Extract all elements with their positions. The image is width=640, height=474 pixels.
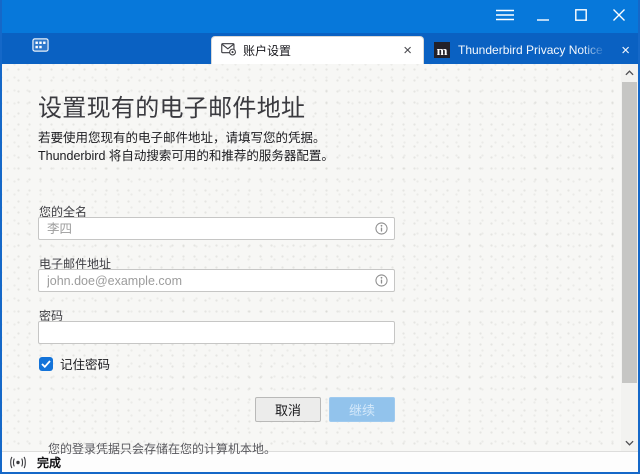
subtitle-line: Thunderbird 将自动搜索可用的和推荐的服务器配置。 bbox=[38, 148, 334, 166]
scroll-down-arrow-icon[interactable] bbox=[621, 435, 638, 450]
scroll-up-arrow-icon[interactable] bbox=[621, 65, 638, 80]
email-input[interactable] bbox=[38, 269, 395, 292]
hamburger-icon bbox=[496, 8, 514, 26]
account-setup-page: 设置现有的电子邮件地址 若要使用您现有的电子邮件地址，请填写您的凭据。 Thun… bbox=[2, 64, 638, 451]
fullname-input[interactable] bbox=[38, 217, 395, 240]
app-menu-button[interactable] bbox=[486, 0, 524, 33]
maximize-icon bbox=[575, 8, 587, 26]
thunderbird-window: 账户设置 × m Thunderbird Privacy Notice — M … bbox=[0, 0, 640, 474]
subtitle-line: 若要使用您现有的电子邮件地址，请填写您的凭据。 bbox=[38, 130, 334, 148]
password-input[interactable] bbox=[38, 321, 395, 344]
tab-account-settings[interactable]: 账户设置 × bbox=[211, 36, 424, 64]
page-subtitle: 若要使用您现有的电子邮件地址，请填写您的凭据。 Thunderbird 将自动搜… bbox=[38, 130, 334, 165]
page-title: 设置现有的电子邮件地址 bbox=[38, 88, 305, 123]
tab-label: 账户设置 bbox=[243, 42, 291, 59]
tab-close-icon[interactable]: × bbox=[401, 43, 414, 58]
vertical-scrollbar[interactable] bbox=[621, 64, 638, 451]
account-settings-envelope-gear-icon bbox=[221, 41, 236, 61]
tab-bar: 账户设置 × m Thunderbird Privacy Notice — M … bbox=[2, 33, 638, 64]
info-circle-icon[interactable] bbox=[375, 222, 388, 235]
info-circle-icon[interactable] bbox=[375, 274, 388, 287]
tab-label: Thunderbird Privacy Notice — M bbox=[458, 43, 609, 57]
close-window-button[interactable] bbox=[600, 0, 638, 33]
remember-password-checkbox[interactable] bbox=[39, 357, 53, 371]
broadcast-status-icon bbox=[7, 456, 29, 469]
remember-password-label: 记住密码 bbox=[60, 354, 110, 373]
continue-button[interactable]: 继续 bbox=[329, 397, 395, 422]
credentials-local-note: 您的登录凭据只会存储在您的计算机本地。 bbox=[48, 440, 276, 457]
fullname-field-wrap bbox=[38, 217, 395, 240]
minimize-icon bbox=[537, 8, 549, 26]
scrollbar-thumb[interactable] bbox=[622, 82, 637, 383]
remember-password-row[interactable]: 记住密码 bbox=[39, 354, 110, 373]
tab-close-icon[interactable]: × bbox=[619, 43, 632, 58]
close-icon bbox=[613, 8, 625, 26]
cancel-button[interactable]: 取消 bbox=[255, 397, 321, 422]
password-field-wrap bbox=[38, 321, 395, 344]
email-field-wrap bbox=[38, 269, 395, 292]
spaces-toolbar-button[interactable] bbox=[30, 39, 50, 56]
tab-privacy-notice[interactable]: m Thunderbird Privacy Notice — M × bbox=[428, 36, 638, 64]
action-buttons: 取消 继续 bbox=[38, 397, 395, 422]
mozilla-m-favicon: m bbox=[434, 42, 450, 58]
spaces-grid-icon bbox=[32, 38, 49, 57]
titlebar bbox=[2, 0, 638, 33]
minimize-button[interactable] bbox=[524, 0, 562, 33]
maximize-button[interactable] bbox=[562, 0, 600, 33]
